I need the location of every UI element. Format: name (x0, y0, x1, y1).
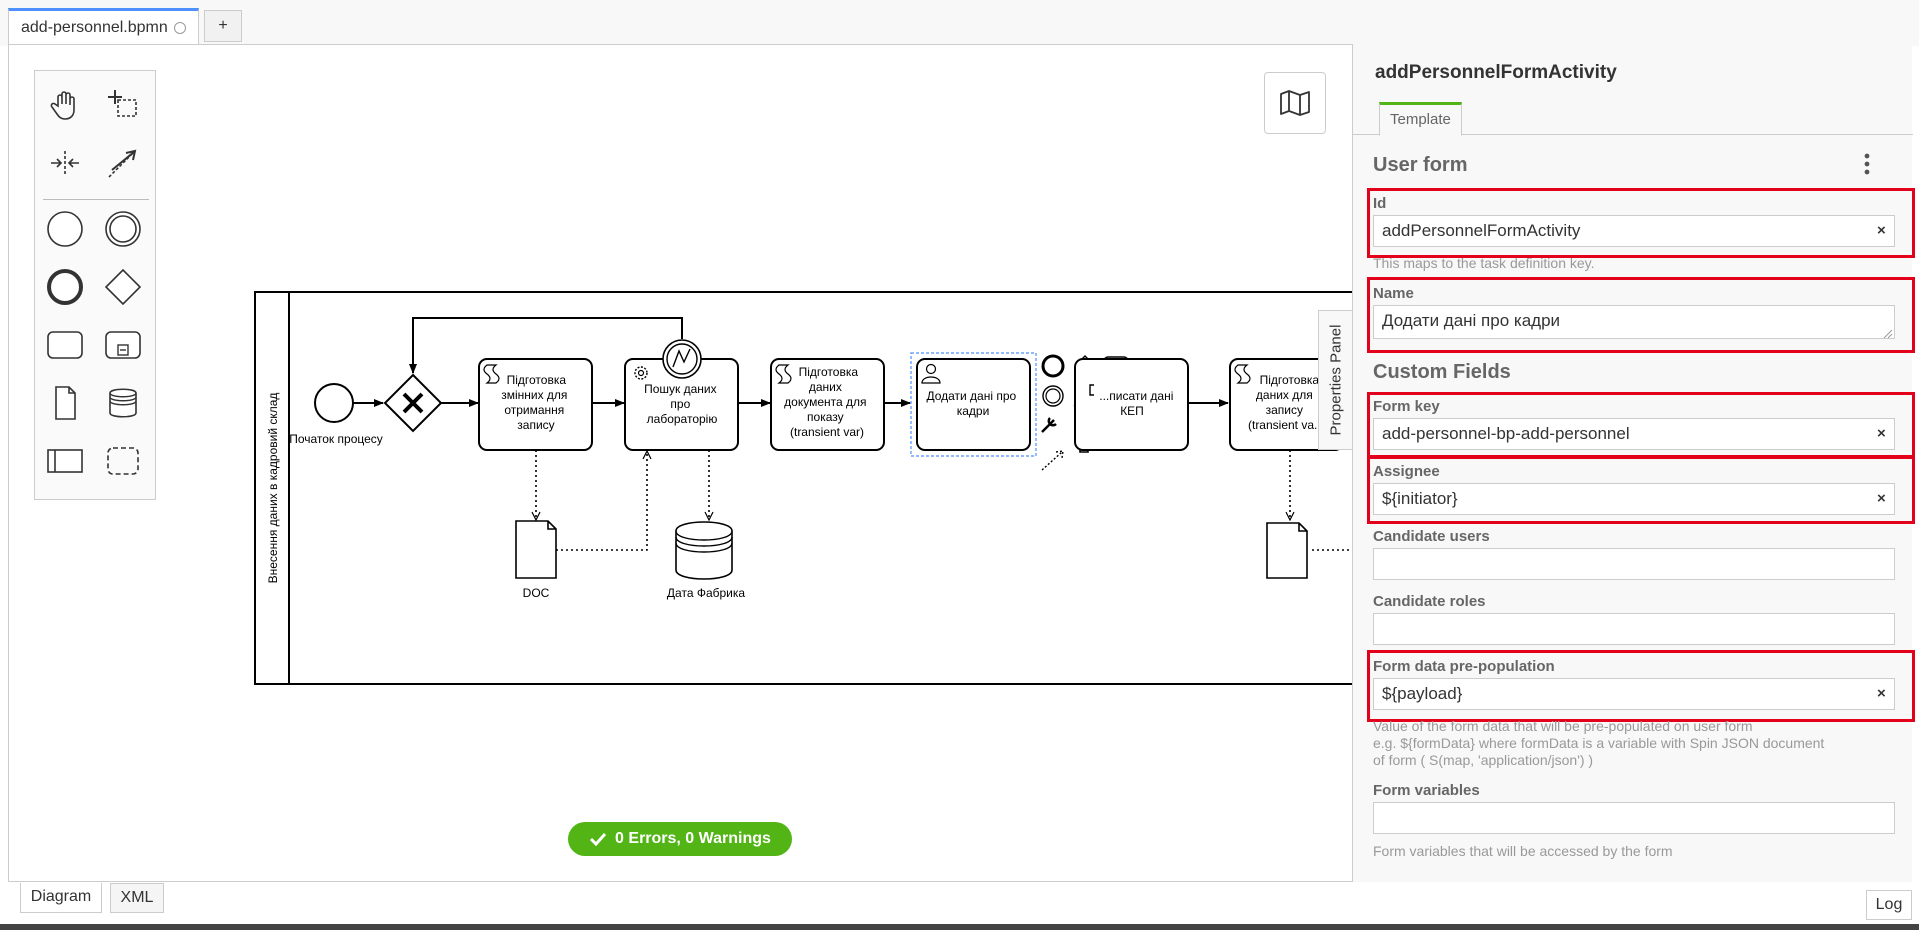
task-2-line-2: про (670, 397, 690, 411)
data-object-2[interactable] (1266, 522, 1308, 579)
task-5-line-1: ...писати дані (1099, 389, 1173, 403)
prepopulation-input[interactable]: ${payload} (1373, 678, 1895, 710)
start-event-label: Початок процесу (289, 432, 383, 446)
check-icon (589, 832, 607, 846)
task-1-line-2: змінних для (501, 388, 567, 402)
task-3-line-4: показу (807, 410, 844, 424)
more-options-icon[interactable] (1863, 152, 1871, 176)
task-3-line-1: Підготовка (799, 365, 859, 379)
group-custom-fields: Custom Fields (1373, 361, 1511, 383)
form-variables-input[interactable] (1373, 802, 1895, 834)
id-clear-icon[interactable]: × (1877, 222, 1886, 239)
id-label: Id (1373, 195, 1387, 212)
task-sign-kep[interactable]: ...писати дані КЕП (1074, 358, 1189, 451)
form-key-input[interactable]: add-personnel-bp-add-personnel (1373, 418, 1895, 450)
name-label: Name (1373, 285, 1414, 302)
candidate-roles-label: Candidate roles (1373, 593, 1486, 610)
prepopulation-desc-1: Value of the form data that will be pre-… (1373, 718, 1753, 734)
assignee-input[interactable]: ${initiator} (1373, 483, 1895, 515)
tab-diagram[interactable]: Diagram (20, 883, 102, 913)
task-1-line-1: Підготовка (507, 373, 567, 387)
prepopulation-desc-2: e.g. ${formData} where formData is a var… (1373, 735, 1825, 751)
task-2-line-3: лабораторію (647, 412, 718, 426)
form-variables-description: Form variables that will be accessed by … (1373, 843, 1673, 859)
data-object-doc[interactable] (515, 520, 557, 579)
task-6-line-1: Підготовка (1260, 373, 1320, 387)
tab-template[interactable]: Template (1379, 102, 1462, 136)
linting-status-button[interactable]: 0 Errors, 0 Warnings (568, 822, 792, 856)
task-6-line-4: (transient va... (1248, 418, 1324, 432)
prepopulation-desc-3: of form ( S(map, 'application/json') ) (1373, 752, 1594, 768)
data-store-data-factory[interactable] (675, 521, 733, 580)
task-4-line-2: кадри (957, 404, 990, 418)
script-task-prepare-document[interactable]: Підготовка даних документа для показу (t… (770, 358, 885, 451)
tab-xml[interactable]: XML (110, 883, 164, 913)
prepopulation-label: Form data pre-population (1373, 658, 1555, 675)
task-2-line-1: Пошук даних (644, 382, 717, 396)
task-6-line-3: запису (1266, 403, 1303, 417)
properties-panel-toggle-label: Properties Panel (1327, 324, 1345, 436)
name-textarea[interactable]: Додати дані про кадри (1373, 305, 1895, 339)
id-description: This maps to the task definition key. (1373, 255, 1595, 271)
task-3-line-3: документа для (784, 395, 866, 409)
task-4-line-1: Додати дані про (926, 389, 1016, 403)
task-6-line-2: даних для (1256, 388, 1313, 402)
form-variables-label: Form variables (1373, 782, 1480, 799)
candidate-users-label: Candidate users (1373, 528, 1490, 545)
group-user-form: User form (1373, 154, 1468, 176)
start-event[interactable] (314, 383, 354, 423)
pool-label: Внесення даних в кадровий склад (266, 393, 280, 584)
task-1-line-3: отримання (504, 403, 564, 417)
id-input[interactable]: addPersonnelFormActivity (1373, 215, 1895, 247)
prepopulation-clear-icon[interactable]: × (1877, 685, 1886, 702)
form-key-clear-icon[interactable]: × (1877, 425, 1886, 442)
resize-handle-icon[interactable] (1883, 326, 1893, 339)
status-bar (0, 924, 1919, 930)
script-task-prepare-variables[interactable]: Підготовка змінних для отримання запису (478, 358, 593, 451)
pool[interactable]: Внесення даних в кадровий склад (254, 291, 1352, 685)
data-store-label: Дата Фабрика (667, 586, 745, 600)
user-task-add-personnel[interactable]: Додати дані про кадри (910, 352, 1037, 457)
assignee-label: Assignee (1373, 463, 1440, 480)
bpmn-diagram: Внесення даних в кадровий склад Початок … (254, 291, 1352, 685)
element-name-heading: addPersonnelFormActivity (1375, 62, 1617, 83)
assignee-clear-icon[interactable]: × (1877, 490, 1886, 507)
candidate-users-input[interactable] (1373, 548, 1895, 580)
task-1-line-4: запису (517, 418, 554, 432)
properties-panel: addPersonnelFormActivity Template User f… (1352, 44, 1915, 882)
candidate-roles-input[interactable] (1373, 613, 1895, 645)
log-button[interactable]: Log (1866, 890, 1912, 920)
linting-status-text: 0 Errors, 0 Warnings (615, 830, 771, 847)
data-object-label: DOC (523, 586, 550, 600)
form-key-label: Form key (1373, 398, 1440, 415)
task-5-line-2: КЕП (1120, 404, 1144, 418)
properties-panel-toggle[interactable]: Properties Panel (1318, 310, 1354, 450)
task-3-line-2: даних (809, 380, 842, 394)
task-3-line-5: (transient var) (790, 425, 864, 439)
